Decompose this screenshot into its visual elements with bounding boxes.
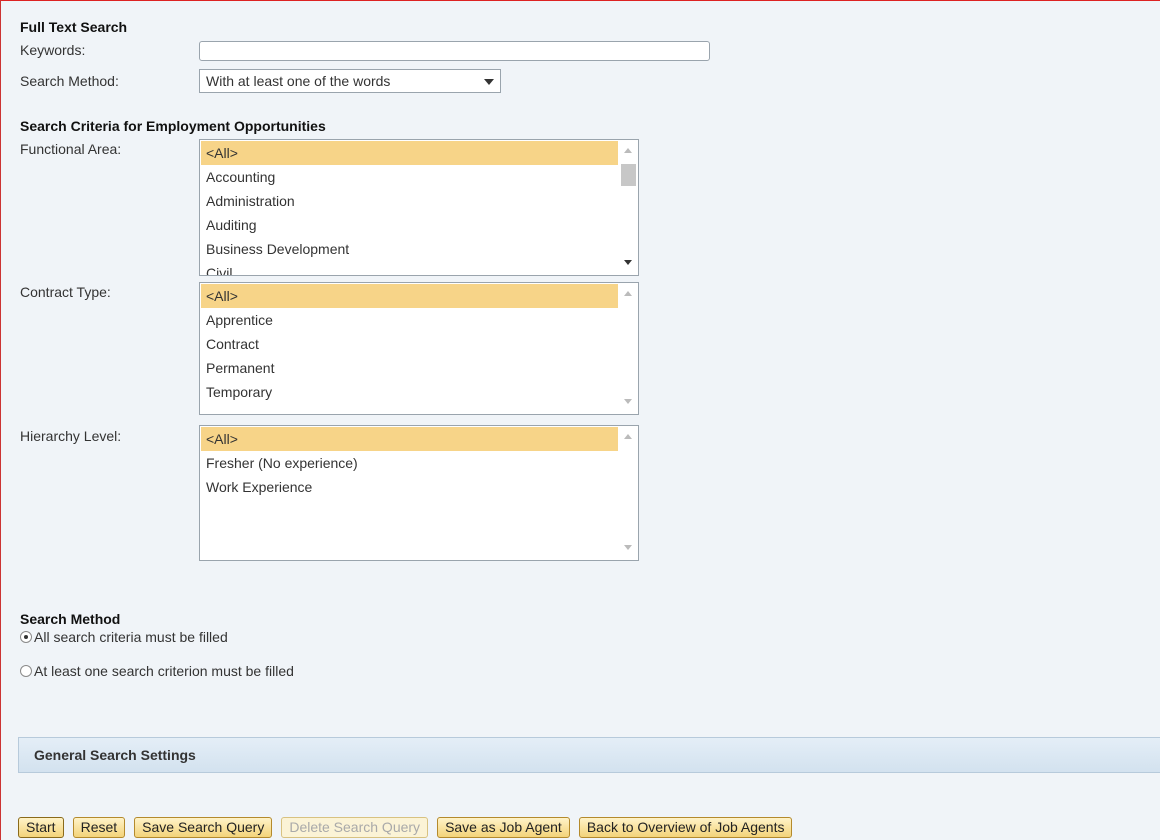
keywords-input[interactable] <box>199 41 710 61</box>
contract-type-option[interactable]: Permanent <box>201 356 618 380</box>
functional-area-option[interactable]: <All> <box>201 141 618 165</box>
button-bar: Start Reset Save Search Query Delete Sea… <box>18 817 801 838</box>
general-search-settings-panel[interactable]: General Search Settings <box>18 737 1160 773</box>
search-method-title: Search Method <box>20 611 121 627</box>
radio-one-criterion[interactable]: At least one search criterion must be fi… <box>20 663 294 679</box>
scroll-down-icon[interactable] <box>624 545 632 550</box>
search-method-selected: With at least one of the words <box>206 73 391 89</box>
hierarchy-level-option[interactable]: Work Experience <box>201 475 618 499</box>
hierarchy-level-label: Hierarchy Level: <box>20 428 122 444</box>
hierarchy-level-listbox[interactable]: <All> Fresher (No experience) Work Exper… <box>199 425 639 561</box>
scroll-up-icon[interactable] <box>624 291 632 296</box>
chevron-down-icon[interactable] <box>484 79 494 85</box>
functional-area-listbox[interactable]: <All> Accounting Administration Auditing… <box>199 139 639 276</box>
scroll-up-icon[interactable] <box>624 148 632 153</box>
criteria-title: Search Criteria for Employment Opportuni… <box>20 118 326 134</box>
window-left-border <box>0 0 1 840</box>
scroll-down-icon[interactable] <box>624 399 632 404</box>
delete-search-query-button: Delete Search Query <box>281 817 429 838</box>
radio-button[interactable] <box>20 665 32 677</box>
contract-type-scrollbar[interactable] <box>619 283 638 414</box>
full-text-search-title: Full Text Search <box>20 19 128 35</box>
radio-all-criteria[interactable]: All search criteria must be filled <box>20 629 228 645</box>
contract-type-listbox[interactable]: <All> Apprentice Contract Permanent Temp… <box>199 282 639 415</box>
scroll-up-icon[interactable] <box>624 434 632 439</box>
hierarchy-level-option[interactable]: <All> <box>201 427 618 451</box>
radio-button-checked[interactable] <box>20 631 32 643</box>
search-method-label: Search Method: <box>20 73 119 89</box>
window-top-border <box>0 0 1160 1</box>
contract-type-label: Contract Type: <box>20 284 111 300</box>
general-search-settings-title: General Search Settings <box>34 747 196 763</box>
contract-type-option[interactable]: Contract <box>201 332 618 356</box>
radio-all-criteria-label: All search criteria must be filled <box>34 629 228 645</box>
functional-area-option[interactable]: Business Development <box>201 237 618 261</box>
functional-area-option[interactable]: Accounting <box>201 165 618 189</box>
search-method-select[interactable]: With at least one of the words <box>199 69 501 93</box>
keywords-label: Keywords: <box>20 42 86 58</box>
hierarchy-level-option[interactable]: Fresher (No experience) <box>201 451 618 475</box>
functional-area-option[interactable]: Administration <box>201 189 618 213</box>
contract-type-option[interactable]: Temporary <box>201 380 618 404</box>
start-button[interactable]: Start <box>18 817 64 838</box>
back-to-overview-button[interactable]: Back to Overview of Job Agents <box>578 817 793 838</box>
functional-area-label: Functional Area: <box>20 141 122 157</box>
reset-button[interactable]: Reset <box>72 817 126 838</box>
save-search-query-button[interactable]: Save Search Query <box>134 817 273 838</box>
hierarchy-level-scrollbar[interactable] <box>619 426 638 560</box>
contract-type-option[interactable]: <All> <box>201 284 618 308</box>
scroll-thumb[interactable] <box>621 164 636 186</box>
functional-area-option[interactable]: Civil <box>201 261 618 275</box>
save-as-job-agent-button[interactable]: Save as Job Agent <box>437 817 570 838</box>
radio-one-criterion-label: At least one search criterion must be fi… <box>34 663 294 679</box>
contract-type-option[interactable]: Apprentice <box>201 308 618 332</box>
functional-area-option[interactable]: Auditing <box>201 213 618 237</box>
scroll-down-icon[interactable] <box>624 260 632 265</box>
functional-area-scrollbar[interactable] <box>619 140 638 275</box>
